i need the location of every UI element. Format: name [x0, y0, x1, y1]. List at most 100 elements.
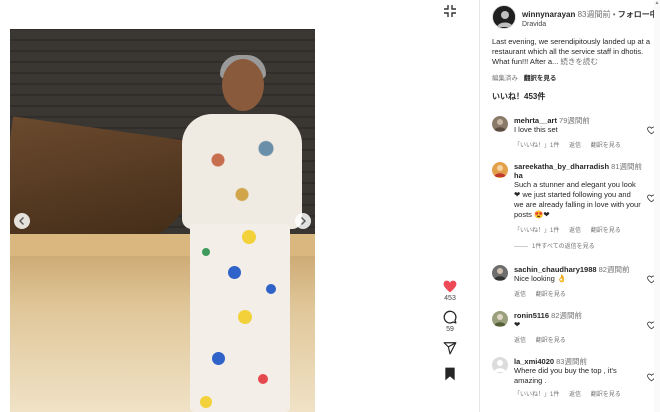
comment-header: la_xmi4020 83週間前 [514, 357, 642, 366]
saree-dot [212, 352, 225, 365]
comment-header: ronin5116 82週間前 [514, 311, 642, 320]
bookmark-icon[interactable] [444, 367, 456, 381]
edited-line: 編集済み 翻訳を見る [492, 72, 556, 82]
separator: • [612, 10, 616, 19]
comment-text: Nice looking 👌 [514, 274, 567, 283]
saree-dot [242, 230, 256, 244]
translate-button[interactable]: 翻訳を見る [591, 143, 621, 149]
comment-time: 82週間前 [598, 265, 630, 274]
heart-icon[interactable] [443, 280, 457, 293]
reply-button[interactable]: 返信 [569, 392, 581, 398]
likes-count[interactable]: いいね！453件 [492, 91, 545, 102]
comment-icon[interactable] [443, 310, 457, 324]
comment-header: mehrta__art 79週間前 [514, 116, 642, 125]
action-column: 453 59 [438, 280, 462, 381]
scrollbar[interactable]: ▲ [654, 0, 660, 412]
like-count: 453 [444, 295, 456, 302]
saree-dot [228, 266, 241, 279]
translate-button[interactable]: 翻訳を見る [591, 392, 621, 398]
author-username[interactable]: winnynarayan [522, 10, 575, 19]
saree-dot [238, 310, 252, 324]
commenter-avatar[interactable] [492, 116, 508, 132]
commenter-avatar[interactable] [492, 311, 508, 327]
translate-button[interactable]: 翻訳を見る [591, 228, 621, 234]
author-avatar[interactable] [492, 5, 516, 29]
comment-count: 59 [446, 326, 454, 333]
translate-button[interactable]: 翻訳を見る [536, 338, 566, 344]
share-icon[interactable] [443, 341, 457, 355]
comment-text: I love this set [514, 125, 558, 134]
next-arrow[interactable] [295, 213, 311, 229]
comment-username[interactable]: mehrta__art [514, 116, 557, 125]
comment-username[interactable]: la_xmi4020 [514, 357, 554, 366]
comment-likes[interactable]: 「いいね！」1件 [514, 228, 559, 234]
comment-likes[interactable]: 「いいね！」1件 [514, 392, 559, 398]
translate-button[interactable]: 翻訳を見る [536, 292, 566, 298]
author-line: winnynarayan 83週間前 • フォロー中 [522, 9, 658, 20]
saree-dot [258, 374, 268, 384]
reply-button[interactable]: 返信 [514, 338, 526, 344]
edited-label: 編集済み [492, 75, 518, 82]
photo-head [222, 59, 264, 111]
comment-meta: 「いいね！」1件 返信 翻訳を見る [514, 389, 642, 398]
avatar-image [494, 314, 506, 326]
saree-dot [266, 284, 276, 294]
comment-username[interactable]: sachin_chaudhary1988 [514, 265, 597, 274]
comment-time: 83週間前 [556, 357, 587, 366]
commenter-avatar[interactable] [492, 357, 508, 373]
post-time: 83週間前 [577, 10, 611, 19]
commenter-avatar[interactable] [492, 265, 508, 281]
view-replies-label: 1件すべての返信を見る [532, 244, 595, 250]
comment-header: sachin_chaudhary1988 82週間前 [514, 265, 642, 274]
avatar-image [493, 6, 515, 28]
avatar-image [494, 268, 506, 280]
prev-arrow[interactable] [14, 213, 30, 229]
follow-button[interactable]: フォロー中 [618, 10, 658, 19]
comment-text: Where did you buy the top , it's amazing… [514, 366, 617, 385]
comment-username[interactable]: sareekatha_by_dharradish [514, 162, 609, 171]
reply-button[interactable]: 返信 [569, 228, 581, 234]
comment-text: Such a stunner and elegant you look ❤ we… [514, 180, 641, 219]
scroll-up-arrow[interactable]: ▲ [654, 0, 660, 6]
chevron-right-icon [301, 217, 306, 225]
saree-dot [202, 248, 210, 256]
comment-body: sachin_chaudhary1988 82週間前 Nice looking … [514, 265, 642, 298]
media-pane: 453 59 [0, 0, 457, 412]
comment-meta: 「いいね！」1件 返信 翻訳を見る [514, 140, 642, 149]
comment-username-cont[interactable]: ha [514, 171, 523, 180]
post-caption: Last evening, we serendipitously landed … [492, 37, 658, 67]
comment-meta: 返信 翻訳を見る [514, 289, 642, 298]
comment-username[interactable]: ronin5116 [514, 311, 549, 320]
comment-text: ❤ [514, 320, 521, 329]
avatar-image [494, 360, 506, 372]
post-photo[interactable] [10, 29, 315, 412]
shrink-icon [444, 5, 456, 17]
see-translation-link[interactable]: 翻訳を見る [524, 75, 557, 82]
chevron-left-icon [19, 217, 24, 225]
reply-button[interactable]: 返信 [569, 143, 581, 149]
shrink-button[interactable] [442, 3, 458, 19]
comment-body: mehrta__art 79週間前 I love this set 「いいね！」… [514, 116, 642, 149]
commenter-avatar[interactable] [492, 162, 508, 178]
comment-body: ronin5116 82週間前 ❤ 返信 翻訳を見る [514, 311, 642, 344]
avatar-image [494, 165, 506, 177]
reply-button[interactable]: 返信 [514, 292, 526, 298]
photo-top [182, 114, 302, 229]
avatar-image [494, 119, 506, 131]
replies-line [514, 245, 528, 247]
comment-body: sareekatha_by_dharradish 81週間前 ha Such a … [514, 162, 642, 250]
comment-time: 81週間前 [611, 162, 642, 171]
comment-header: sareekatha_by_dharradish 81週間前 ha [514, 162, 642, 180]
photo-person [170, 55, 310, 412]
saree-dot [200, 396, 212, 408]
comment-time: 82週間前 [551, 311, 582, 320]
comment-likes[interactable]: 「いいね！」1件 [514, 143, 559, 149]
comment-meta: 「いいね！」1件 返信 翻訳を見る [514, 225, 642, 234]
post-header: winnynarayan 83週間前 • フォロー中 Dravida [492, 4, 660, 30]
post-sidebar: winnynarayan 83週間前 • フォロー中 Dravida Last … [479, 0, 660, 412]
post-location[interactable]: Dravida [522, 21, 546, 28]
read-more-link[interactable]: 続きを読む [560, 57, 598, 66]
view-replies-link[interactable]: 1件すべての返信を見る [514, 241, 642, 250]
comment-body: la_xmi4020 83週間前 Where did you buy the t… [514, 357, 642, 398]
comment-time: 79週間前 [559, 116, 590, 125]
